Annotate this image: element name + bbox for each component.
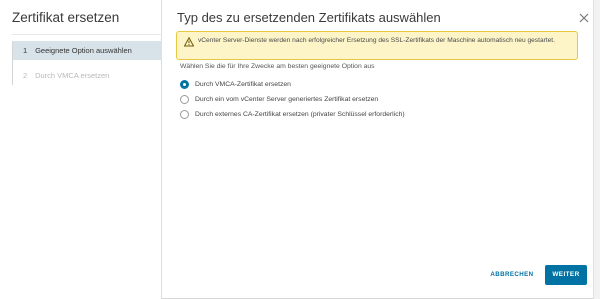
wizard-step-replace-vmca: 2 Durch VMCA ersetzen: [13, 66, 162, 85]
replace-certificate-dialog: Zertifikat ersetzen 1 Geeignete Option a…: [0, 0, 600, 299]
option-vcenter-generated-certificate[interactable]: Durch ein vom vCenter Server generiertes…: [180, 93, 405, 106]
close-button[interactable]: [577, 11, 591, 25]
option-label: Durch ein vom vCenter Server generiertes…: [195, 96, 379, 103]
step-label: Geeignete Option auswählen: [35, 46, 132, 55]
warning-alert: vCenter Server-Dienste werden nach erfol…: [176, 31, 578, 60]
step-number: 1: [23, 46, 28, 55]
cancel-button[interactable]: ABBRECHEN: [488, 267, 536, 283]
certificate-type-options: Durch VMCA-Zertifikat ersetzen Durch ein…: [180, 78, 405, 123]
option-vmca-certificate[interactable]: Durch VMCA-Zertifikat ersetzen: [180, 78, 405, 91]
close-icon: [579, 13, 589, 23]
step-number: 2: [23, 71, 28, 80]
wizard-title: Zertifikat ersetzen: [12, 10, 120, 25]
wizard-sidebar: Zertifikat ersetzen 1 Geeignete Option a…: [0, 0, 162, 299]
option-label: Durch externes CA-Zertifikat ersetzen (p…: [195, 111, 405, 118]
alert-text: vCenter Server-Dienste werden nach erfol…: [198, 37, 555, 44]
step-label: Durch VMCA ersetzen: [35, 71, 110, 80]
radio-button-selected[interactable]: [180, 80, 189, 89]
wizard-steps: 1 Geeignete Option auswählen 2 Durch VMC…: [12, 41, 162, 85]
radio-button[interactable]: [180, 110, 189, 119]
scrollbar[interactable]: [593, 0, 600, 299]
warning-icon: [184, 37, 194, 47]
wizard-step-select-option[interactable]: 1 Geeignete Option auswählen: [13, 41, 162, 60]
options-instruction: Wählen Sie die für Ihre Zwecke am besten…: [180, 63, 375, 70]
option-external-ca-certificate[interactable]: Durch externes CA-Zertifikat ersetzen (p…: [180, 108, 405, 121]
radio-button[interactable]: [180, 95, 189, 104]
divider: [12, 34, 162, 35]
page-title: Typ des zu ersetzenden Zertifikats auswä…: [177, 10, 441, 25]
next-button[interactable]: WEITER: [545, 265, 587, 285]
option-label: Durch VMCA-Zertifikat ersetzen: [195, 81, 291, 88]
